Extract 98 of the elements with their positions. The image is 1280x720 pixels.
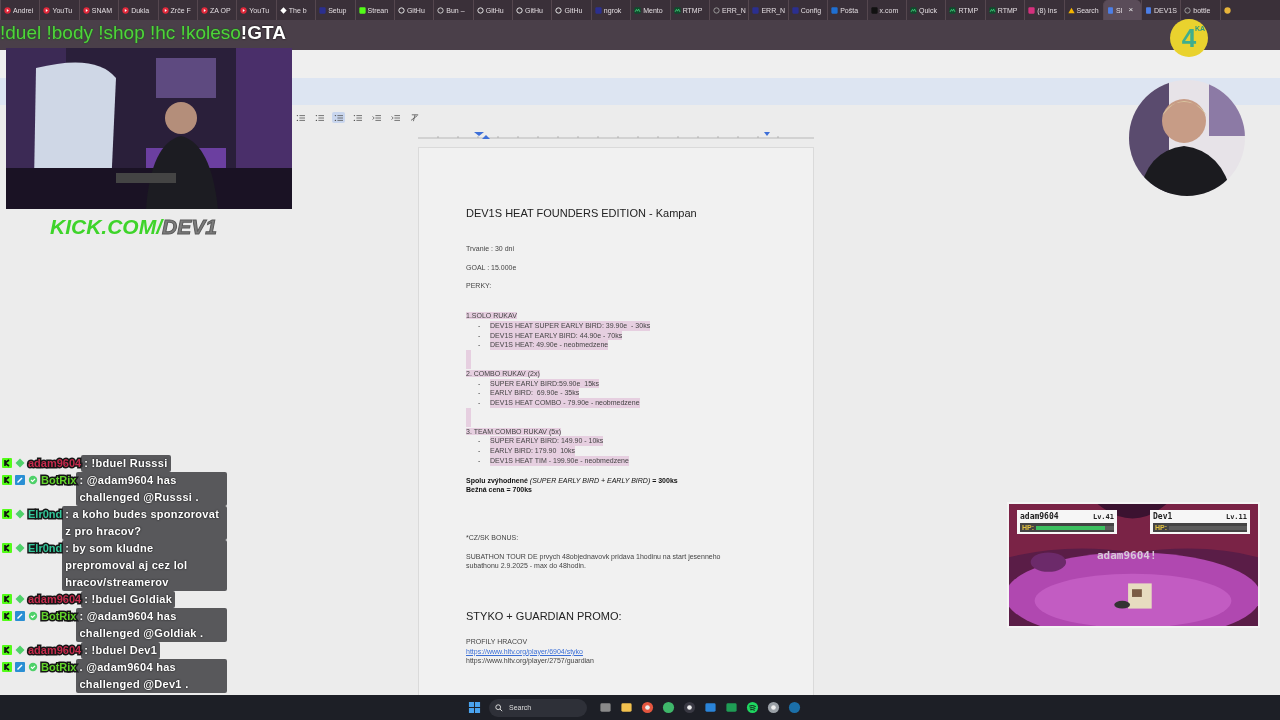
chart-icon bbox=[949, 6, 957, 14]
browser-icon[interactable] bbox=[641, 701, 654, 714]
chat-message: : !bduel Russsi bbox=[81, 455, 171, 472]
circle-icon bbox=[437, 6, 445, 14]
checklist-button[interactable] bbox=[313, 112, 326, 123]
bullet-dot-button[interactable] bbox=[294, 112, 307, 123]
chat-username: adam9604 bbox=[28, 643, 82, 658]
circle-icon bbox=[397, 6, 405, 14]
app-icon bbox=[319, 6, 327, 14]
diamond-badge-icon bbox=[15, 594, 25, 604]
check-badge-icon bbox=[28, 475, 38, 485]
play-icon bbox=[240, 6, 248, 14]
record-icon[interactable] bbox=[683, 701, 696, 714]
k-badge-icon bbox=[2, 543, 12, 553]
chart-icon bbox=[673, 6, 681, 14]
play-icon bbox=[200, 6, 208, 14]
spreadsheet-icon[interactable] bbox=[725, 701, 738, 714]
k-badge-icon bbox=[2, 594, 12, 604]
document-icon bbox=[1106, 6, 1114, 14]
fighter-name: Dev1 bbox=[1153, 512, 1173, 522]
triangle-icon bbox=[1067, 6, 1075, 14]
app-icon bbox=[594, 6, 602, 14]
section-title: STYKO + GUARDIAN PROMO: bbox=[466, 610, 622, 623]
chat-username: adam9604 bbox=[28, 456, 82, 471]
app-icon[interactable] bbox=[704, 701, 717, 714]
diamond-badge-icon bbox=[15, 645, 25, 655]
task-view-icon[interactable] bbox=[599, 701, 612, 714]
check-badge-icon bbox=[28, 611, 38, 621]
bullet-list-button[interactable] bbox=[332, 112, 345, 123]
play-icon bbox=[82, 6, 90, 14]
k-badge-icon bbox=[2, 611, 12, 621]
document-icon bbox=[1144, 6, 1152, 14]
circle-icon bbox=[555, 6, 563, 14]
close-tab-button[interactable]: × bbox=[1128, 6, 1134, 14]
check-badge-icon bbox=[28, 662, 38, 672]
play-icon bbox=[4, 6, 11, 14]
diamond-badge-icon bbox=[15, 458, 25, 468]
chat-username: adam9604 bbox=[28, 592, 82, 607]
battle-announcement: adam9604! bbox=[1097, 549, 1157, 562]
indent-button[interactable] bbox=[389, 112, 402, 123]
app-icon bbox=[870, 6, 878, 14]
search-icon bbox=[495, 703, 503, 712]
k-badge-icon bbox=[2, 475, 12, 485]
globe-icon bbox=[713, 6, 721, 14]
chat-commands: !duel !body !shop !hc !koleso bbox=[0, 22, 241, 44]
chat-message: : @adam9604 has challenged @Russsi . bbox=[76, 472, 227, 506]
chart-icon bbox=[634, 6, 642, 14]
outdent-button[interactable] bbox=[370, 112, 383, 123]
chat-username: BotRix bbox=[41, 660, 77, 675]
chat-username: BotRix bbox=[41, 609, 77, 624]
chat-message: : a koho budes sponzorovat z pro hracov? bbox=[62, 506, 227, 540]
app-icon bbox=[358, 6, 366, 14]
globe-icon bbox=[1184, 6, 1192, 14]
k-badge-icon bbox=[2, 662, 12, 672]
circle-icon bbox=[476, 6, 484, 14]
chart-icon bbox=[910, 6, 917, 14]
logo-text: KICK.COM/ bbox=[50, 214, 162, 240]
play-icon bbox=[161, 6, 169, 14]
numbered-list-button[interactable] bbox=[351, 112, 364, 123]
folder-icon[interactable] bbox=[620, 701, 633, 714]
selection-highlight bbox=[466, 407, 471, 427]
diamond-badge-icon bbox=[15, 509, 25, 519]
diamond-badge-icon bbox=[15, 543, 25, 553]
play-icon bbox=[122, 6, 130, 14]
chart-icon bbox=[988, 6, 996, 14]
highlight-command: !GTA bbox=[240, 22, 286, 44]
camera-icon bbox=[1028, 6, 1036, 14]
chat-message: . @adam9604 has challenged @Dev1 . bbox=[76, 659, 227, 693]
wrench-badge-icon bbox=[15, 662, 25, 672]
game-icon[interactable] bbox=[788, 701, 801, 714]
chat-message: : @adam9604 has challenged @Goldiak . bbox=[76, 608, 227, 642]
fighter-name: adam9604 bbox=[1020, 512, 1059, 522]
chat-username: Elr0nd bbox=[28, 507, 63, 522]
clear-format-button[interactable] bbox=[408, 112, 421, 123]
app-icon bbox=[752, 6, 760, 14]
k-badge-icon bbox=[2, 645, 12, 655]
logo-text: DEV1 bbox=[162, 214, 217, 240]
app-icon[interactable] bbox=[662, 701, 675, 714]
chat-message: : by som kludne prepromoval aj cez lol hracov/streamerov bbox=[62, 540, 227, 591]
k-badge-icon bbox=[2, 509, 12, 519]
chat-username: Elr0nd bbox=[28, 541, 63, 556]
windows-start-icon[interactable] bbox=[468, 701, 481, 714]
wrench-badge-icon bbox=[15, 475, 25, 485]
k-badge-icon bbox=[2, 458, 12, 468]
chat-username: BotRix bbox=[41, 473, 77, 488]
music-icon[interactable] bbox=[746, 701, 759, 714]
settings-icon[interactable] bbox=[767, 701, 780, 714]
circle-icon bbox=[516, 6, 524, 14]
mail-icon bbox=[831, 6, 839, 14]
circle-icon bbox=[1223, 6, 1231, 14]
chat-message: : !bduel Dev1 bbox=[81, 642, 161, 659]
wrench-badge-icon bbox=[15, 611, 25, 621]
chat-message: : !bduel Goldiak bbox=[81, 591, 176, 608]
document-title: DEV1S HEAT FOUNDERS EDITION - Kampan bbox=[466, 207, 697, 219]
diamond-icon bbox=[279, 6, 287, 14]
app-icon bbox=[791, 6, 799, 14]
play-icon bbox=[43, 6, 51, 14]
selection-highlight bbox=[466, 349, 471, 369]
